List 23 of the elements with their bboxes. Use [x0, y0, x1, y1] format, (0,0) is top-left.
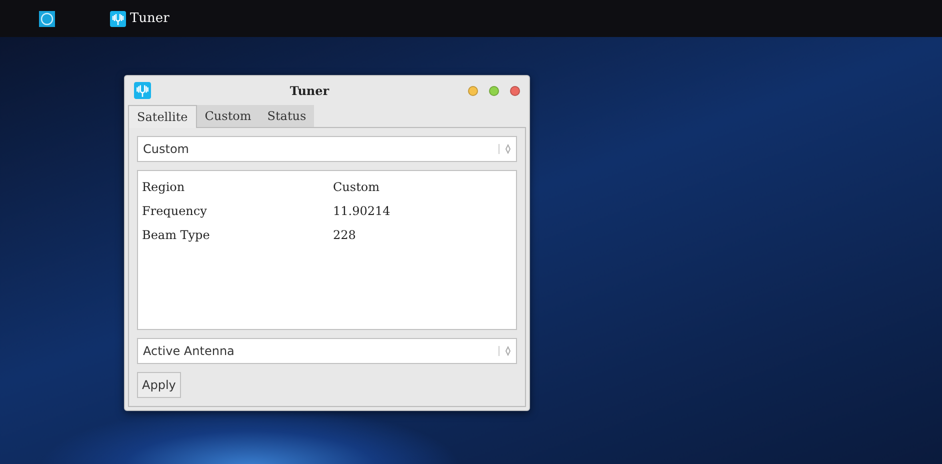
- launcher-icon[interactable]: [39, 10, 55, 26]
- tab[interactable]: Satellite: [128, 105, 197, 128]
- antenna-select[interactable]: Active Antenna: [137, 338, 517, 364]
- property-name: Frequency: [142, 204, 208, 218]
- maximize-icon[interactable]: [489, 86, 499, 96]
- tuning-fork-icon: [110, 10, 126, 26]
- spinner-arrows-icon: [497, 142, 513, 156]
- property-value: 11.90214: [333, 204, 392, 218]
- minimize-icon[interactable]: [468, 86, 478, 96]
- close-icon[interactable]: [510, 86, 520, 96]
- tab[interactable]: Custom: [196, 105, 260, 127]
- property-value: Custom: [333, 180, 380, 194]
- taskbar-app[interactable]: Tuner: [110, 10, 170, 26]
- property-name: Region: [142, 180, 186, 194]
- preset-select[interactable]: Custom: [137, 136, 517, 162]
- tuning-fork-icon: [134, 82, 151, 99]
- window-title: Tuner: [288, 84, 330, 98]
- spinner-arrows-icon: [497, 344, 513, 358]
- tab[interactable]: Status: [259, 105, 314, 127]
- property-name: Beam Type: [142, 228, 211, 242]
- apply-button[interactable]: Apply: [137, 372, 181, 398]
- app-label: Tuner: [130, 11, 170, 26]
- property-value: 228: [333, 228, 357, 242]
